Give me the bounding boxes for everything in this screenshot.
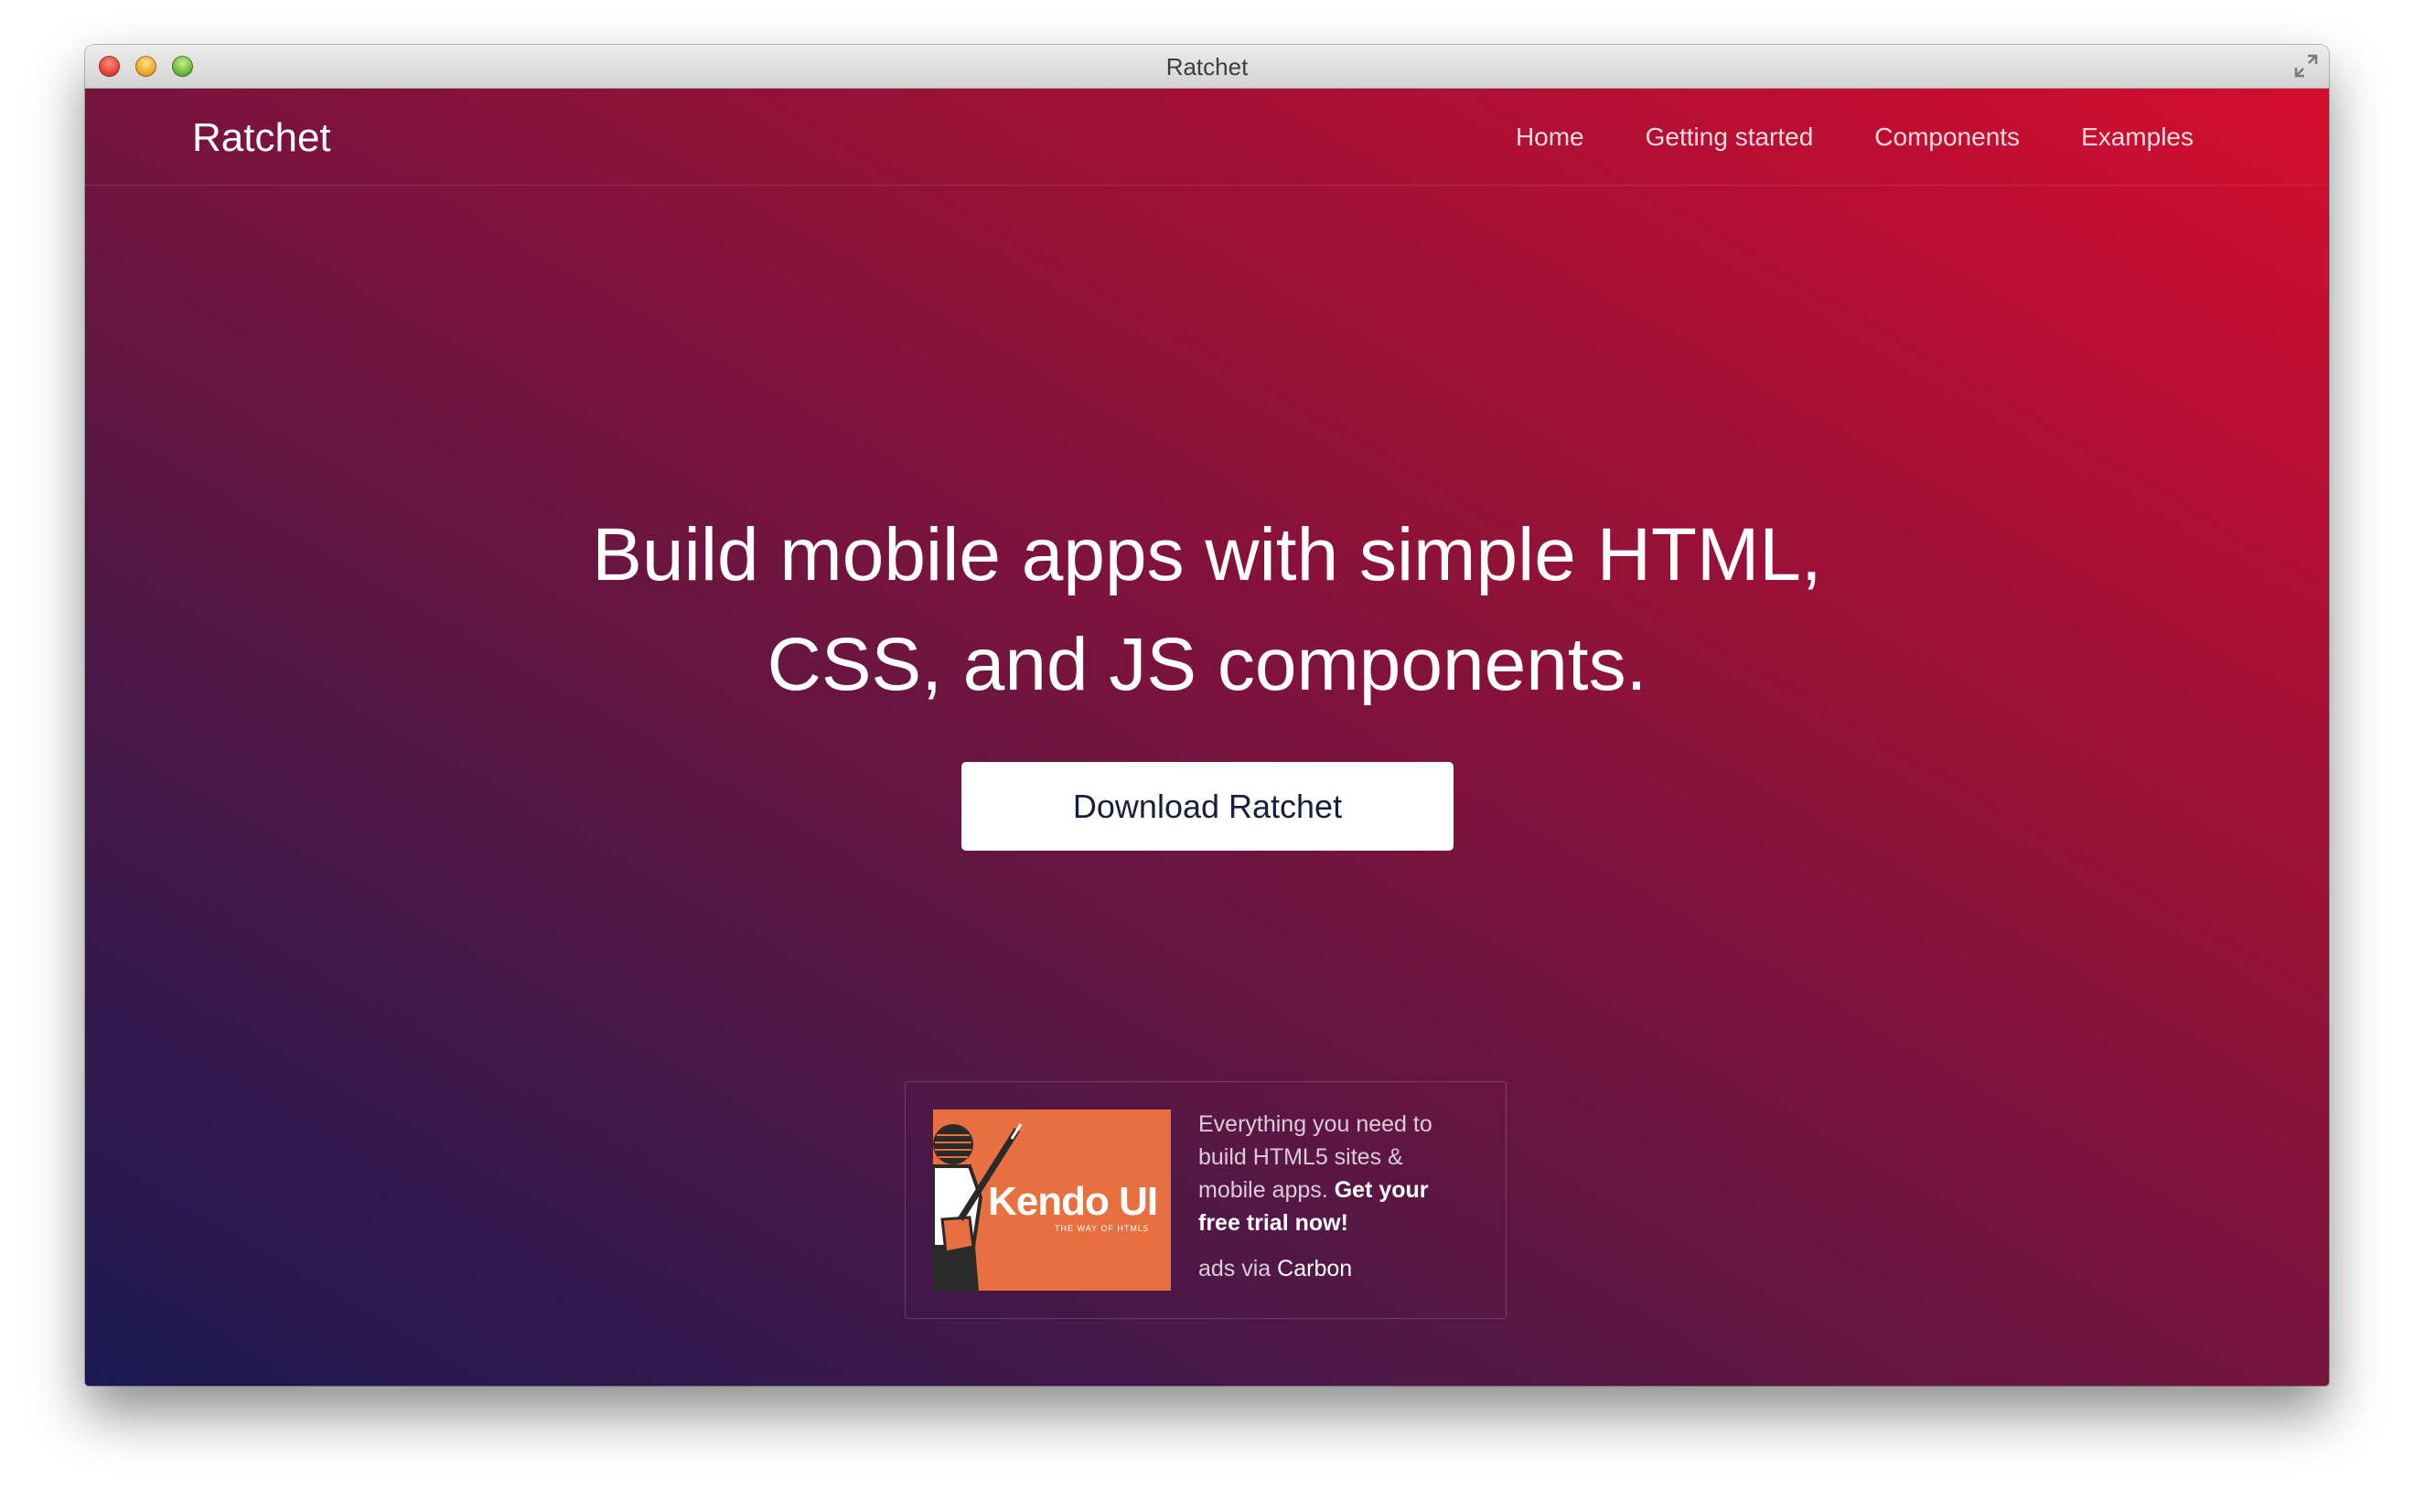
navbar: Ratchet Home Getting started Components … <box>85 89 2329 186</box>
brand-link[interactable]: Ratchet <box>192 115 331 161</box>
ad-image[interactable]: Kendo UI THE WAY OF HTML5 <box>933 1110 1171 1291</box>
hero-headline-line-1: Build mobile apps with simple HTML, <box>592 513 1822 596</box>
window-titlebar[interactable]: Ratchet <box>85 45 2329 89</box>
hero-headline: Build mobile apps with simple HTML, CSS,… <box>85 500 2329 720</box>
hero-headline-line-2: CSS, and JS components. <box>767 623 1647 706</box>
carbon-ad: Kendo UI THE WAY OF HTML5 Everything you… <box>905 1081 1507 1319</box>
window-title: Ratchet <box>1165 53 1249 80</box>
ad-via: ads via Carbon <box>1198 1256 1352 1282</box>
nav-link-getting-started[interactable]: Getting started <box>1646 123 1814 152</box>
fullscreen-icon[interactable] <box>2292 52 2320 80</box>
nav-link-home[interactable]: Home <box>1516 123 1584 152</box>
carbon-link[interactable]: Carbon <box>1277 1256 1352 1281</box>
kendo-ui-logo: Kendo UI <box>988 1179 1158 1224</box>
nav-link-examples[interactable]: Examples <box>2081 123 2194 152</box>
nav-link-components[interactable]: Components <box>1874 123 2020 152</box>
ratchet-page: Ratchet Home Getting started Components … <box>85 89 2329 1386</box>
ad-text[interactable]: Everything you need to build HTML5 sites… <box>1198 1108 1473 1239</box>
nav-links: Home Getting started Components Examples <box>1516 123 2194 152</box>
kendo-ui-tagline: THE WAY OF HTML5 <box>1055 1224 1149 1233</box>
ad-via-prefix: ads via <box>1198 1256 1278 1281</box>
browser-window: Ratchet Ratchet Home Getting started Com… <box>85 45 2329 1386</box>
download-button[interactable]: Download Ratchet <box>961 762 1454 851</box>
